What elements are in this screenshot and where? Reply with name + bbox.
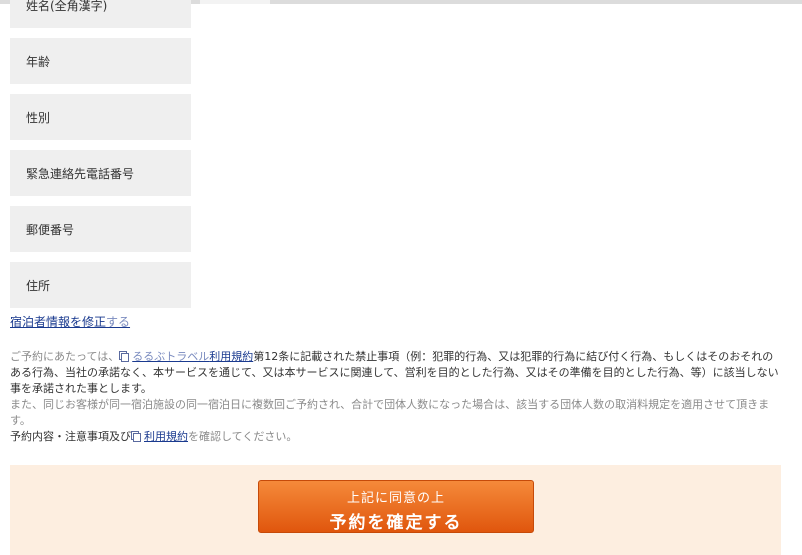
rurubu-terms-link[interactable]: るるぶトラベル利用規約 xyxy=(132,350,253,363)
field-label-text: 姓名(全角漢字) xyxy=(26,0,108,13)
field-label-postal-code: 郵便番号 xyxy=(10,206,191,252)
field-label-address: 住所 xyxy=(10,262,191,308)
field-label-emergency-phone: 緊急連絡先電話番号 xyxy=(10,150,191,196)
field-label-gender: 性別 xyxy=(10,94,191,140)
edit-link-main: 宿泊者情報を修正 xyxy=(10,315,107,329)
terms-text: ご予約にあたっては、 xyxy=(10,350,120,363)
terms-paragraph-1: ご予約にあたっては、 るるぶトラベル利用規約第12条に記載された禁止事項（例：犯罪… xyxy=(10,349,780,397)
edit-link-suffix: する xyxy=(106,315,131,329)
terms-text: また、同じお客様が同一宿泊施設の同一宿泊日に複数回ご予約され、合計で団体人数にな… xyxy=(10,398,770,427)
field-label-text: 年齢 xyxy=(26,54,51,69)
terms-notice: ご予約にあたっては、 るるぶトラベル利用規約第12条に記載された禁止事項（例：犯罪… xyxy=(10,349,780,445)
external-link-icon xyxy=(119,351,130,362)
confirm-reservation-button[interactable]: 上記に同意の上 予約を確定する xyxy=(258,480,534,533)
terms-of-use-link[interactable]: 利用規約 xyxy=(144,430,188,443)
field-label-text: 住所 xyxy=(26,278,51,293)
terms-text: を確認してください。 xyxy=(188,430,298,443)
field-label-text: 郵便番号 xyxy=(26,222,75,237)
field-label-age: 年齢 xyxy=(10,38,191,84)
link-text: 利用規約 xyxy=(209,350,254,363)
edit-guest-info-link[interactable]: 宿泊者情報を修正する xyxy=(10,313,130,330)
confirm-panel: 上記に同意の上 予約を確定する xyxy=(10,465,781,555)
terms-paragraph-3: 予約内容・注意事項及び 利用規約を確認してください。 xyxy=(10,429,780,445)
field-label-text: 性別 xyxy=(26,110,51,125)
link-text-light: るるぶトラベル xyxy=(132,350,210,363)
terms-text: 予約内容・注意事項及び xyxy=(10,430,131,443)
field-label-name: 姓名(全角漢字) xyxy=(10,0,191,28)
field-label-text: 緊急連絡先電話番号 xyxy=(26,166,135,181)
confirm-button-subtext: 上記に同意の上 xyxy=(346,491,445,506)
confirm-button-label: 予約を確定する xyxy=(329,513,463,533)
external-link-icon xyxy=(131,431,141,442)
terms-paragraph-2: また、同じお客様が同一宿泊施設の同一宿泊日に複数回ご予約され、合計で団体人数にな… xyxy=(10,397,780,429)
